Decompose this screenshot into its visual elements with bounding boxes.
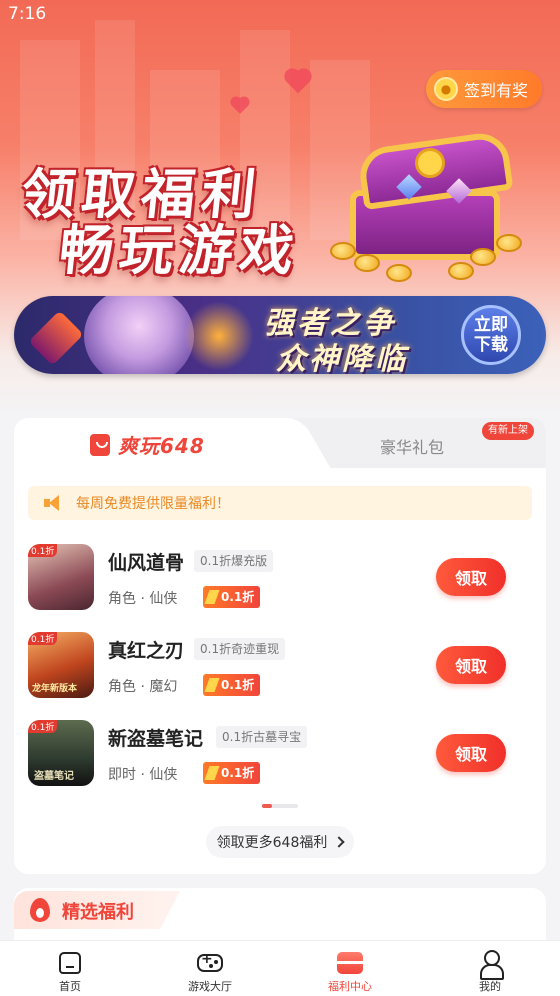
tab-648-label: 爽玩648 bbox=[118, 434, 205, 458]
banner-slogan-line2: 众神降临 bbox=[276, 342, 408, 374]
notice-bar: 每周免费提供限量福利！ bbox=[28, 486, 532, 520]
more-648-welfare-button[interactable]: 领取更多648福利 bbox=[206, 826, 354, 858]
sign-in-reward-button[interactable]: ● 签到有奖 bbox=[426, 70, 542, 108]
game-icon: 0.1折 盗墓笔记 bbox=[28, 720, 94, 786]
claim-button[interactable]: 领取 bbox=[436, 646, 506, 684]
speaker-icon bbox=[44, 495, 64, 511]
home-icon bbox=[59, 952, 81, 974]
claim-button[interactable]: 领取 bbox=[436, 734, 506, 772]
notice-text: 每周免费提供限量福利！ bbox=[76, 496, 230, 512]
hero-title-line2: 畅玩游戏 bbox=[56, 219, 303, 282]
gift-icon bbox=[337, 952, 363, 974]
nav-item-mine[interactable]: 我的 bbox=[420, 941, 560, 996]
nav-label: 福利中心 bbox=[328, 980, 372, 993]
game-name: 真红之刃 bbox=[108, 640, 185, 662]
discount-badge: 0.1折 bbox=[203, 674, 261, 696]
game-list-item[interactable]: 0.1折 仙风道骨 0.1折爆充版 角色 · 仙侠 0.1折 领取 bbox=[28, 538, 532, 618]
status-time: 7:16 bbox=[8, 4, 47, 24]
nav-item-home[interactable]: 首页 bbox=[0, 941, 140, 996]
nav-label: 我的 bbox=[479, 980, 501, 993]
game-icon: 0.1折 龙年新版本 bbox=[28, 632, 94, 698]
game-list-item[interactable]: 0.1折 龙年新版本 真红之刃 0.1折奇迹重现 角色 · 魔幻 0.1折 领取 bbox=[28, 626, 532, 706]
featured-welfare-section: 精选福利 bbox=[14, 888, 546, 948]
new-arrival-badge: 有新上架 bbox=[482, 422, 534, 440]
game-name: 新盗墓笔记 bbox=[108, 728, 204, 750]
game-tag: 0.1折爆充版 bbox=[194, 550, 274, 572]
nav-item-welfare-center[interactable]: 福利中心 bbox=[280, 941, 420, 996]
nav-label: 游戏大厅 bbox=[188, 980, 232, 993]
download-btn-line2: 下载 bbox=[474, 335, 508, 355]
game-list-item[interactable]: 0.1折 盗墓笔记 新盗墓笔记 0.1折古墓寻宝 即时 · 仙侠 0.1折 领取 bbox=[28, 714, 532, 794]
red-envelope-icon bbox=[90, 433, 110, 456]
page-indicator bbox=[262, 804, 298, 808]
discount-badge: 0.1折 bbox=[203, 762, 261, 784]
featured-welfare-title: 精选福利 bbox=[62, 902, 134, 923]
gamepad-icon bbox=[197, 951, 223, 972]
game-tag: 0.1折奇迹重现 bbox=[194, 638, 286, 660]
treasure-chest-icon bbox=[330, 129, 530, 282]
more-648-welfare-label: 领取更多648福利 bbox=[216, 835, 328, 851]
chevron-right-icon bbox=[333, 836, 346, 848]
nav-item-game-hall[interactable]: 游戏大厅 bbox=[140, 941, 280, 996]
discount-badge: 0.1折 bbox=[203, 586, 261, 608]
claim-button[interactable]: 领取 bbox=[436, 558, 506, 596]
coin-icon: ● bbox=[434, 77, 458, 101]
welfare-card: 爽玩648 豪华礼包 有新上架 每周免费提供限量福利！ 0.1折 仙风道骨 0.… bbox=[14, 418, 546, 874]
game-tag: 0.1折古墓寻宝 bbox=[216, 726, 308, 748]
game-icon: 0.1折 bbox=[28, 544, 94, 610]
flame-icon bbox=[30, 898, 50, 922]
download-btn-line1: 立即 bbox=[474, 315, 508, 335]
tab-luxury-gift-label: 豪华礼包 bbox=[380, 438, 445, 457]
user-icon bbox=[480, 950, 504, 980]
character-illustration bbox=[84, 296, 194, 374]
nav-label: 首页 bbox=[59, 980, 81, 993]
game-category: 角色 · 魔幻 bbox=[108, 679, 178, 695]
game-promo-banner[interactable]: 强者之争 众神降临 立即 下载 bbox=[14, 296, 546, 374]
download-now-button[interactable]: 立即 下载 bbox=[461, 305, 521, 365]
crystal-icon bbox=[28, 310, 84, 366]
sign-in-reward-label: 签到有奖 bbox=[464, 81, 529, 100]
game-category: 角色 · 仙侠 bbox=[108, 591, 178, 607]
game-category: 即时 · 仙侠 bbox=[108, 767, 178, 783]
bottom-nav: 首页 游戏大厅 福利中心 我的 bbox=[0, 940, 560, 996]
game-name: 仙风道骨 bbox=[108, 552, 185, 574]
